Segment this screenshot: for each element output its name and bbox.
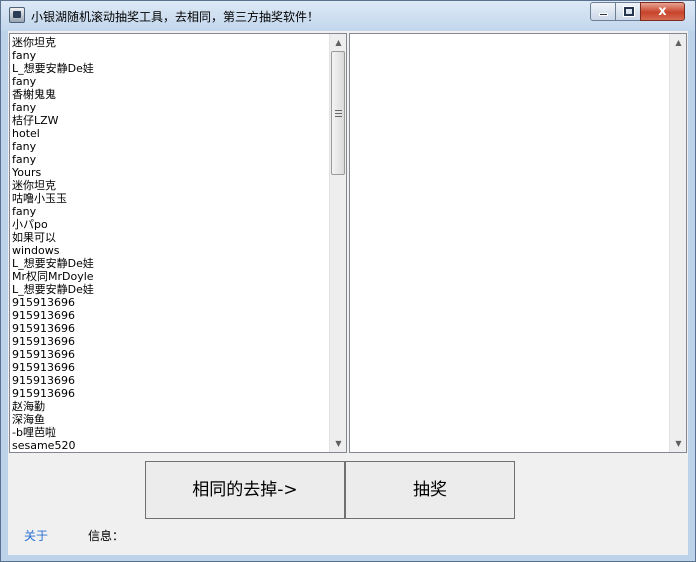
list-item[interactable]: fany xyxy=(12,101,330,114)
list-item[interactable]: 915913696 xyxy=(12,387,330,400)
participant-list[interactable]: 迷你坦克 fany L_想要安静De娃 fany 香榭鬼鬼 fany 桔仔LZW hotel f… xyxy=(9,33,347,453)
list-item[interactable]: 915913696 xyxy=(12,335,330,348)
list-item[interactable]: -b哩芭啦 xyxy=(12,426,330,439)
scroll-grip-icon xyxy=(335,110,342,117)
list-item[interactable]: 桔仔LZW xyxy=(12,114,330,127)
minimize-button[interactable] xyxy=(590,2,616,21)
info-label: 信息： xyxy=(88,529,125,543)
list-item[interactable]: 915913696 xyxy=(12,374,330,387)
list-item[interactable]: windows xyxy=(12,244,330,257)
list-item[interactable]: 迷你坦克 xyxy=(12,179,330,192)
app-window: 小银湖随机滚动抽奖工具，去相同，第三方抽奖软件！ x 迷你坦克 fany L_想要安… xyxy=(0,0,696,562)
draw-button[interactable]: 抽奖 xyxy=(345,461,515,519)
list-item[interactable]: L_想要安静De娃 xyxy=(12,62,330,75)
list-item[interactable]: 迷你坦克 xyxy=(12,36,330,49)
list-item[interactable]: 赵海勤 xyxy=(12,400,330,413)
minimize-icon xyxy=(599,13,608,16)
list-item[interactable]: fany xyxy=(12,205,330,218)
list-item[interactable]: hotel xyxy=(12,127,330,140)
list-item[interactable]: L_想要安静De娃 xyxy=(12,257,330,270)
participant-list-items: 迷你坦克 fany L_想要安静De娃 fany 香榭鬼鬼 fany 桔仔LZW hotel f… xyxy=(12,36,330,452)
window-title: 小银湖随机滚动抽奖工具，去相同，第三方抽奖软件！ xyxy=(31,10,320,24)
list-item[interactable]: 如果可以 xyxy=(12,231,330,244)
list-item[interactable]: sesame520 xyxy=(12,439,330,452)
scroll-up-arrow-icon[interactable]: ▲ xyxy=(330,34,347,51)
client-area: 迷你坦克 fany L_想要安静De娃 fany 香榭鬼鬼 fany 桔仔LZW hotel f… xyxy=(8,31,688,555)
list-item[interactable]: Yours xyxy=(12,166,330,179)
list-item[interactable]: L_想要安静De娃 xyxy=(12,283,330,296)
list-item[interactable]: fany xyxy=(12,75,330,88)
list-item[interactable]: fany xyxy=(12,140,330,153)
close-button[interactable]: x xyxy=(640,2,685,21)
scroll-down-arrow-icon[interactable]: ▼ xyxy=(670,435,687,452)
list-item[interactable]: fany xyxy=(12,153,330,166)
close-icon: x xyxy=(658,4,667,19)
list-item[interactable]: 小パpo xyxy=(12,218,330,231)
title-bar[interactable]: 小银湖随机滚动抽奖工具，去相同，第三方抽奖软件！ x xyxy=(1,1,695,31)
list-item[interactable]: fany xyxy=(12,49,330,62)
result-list[interactable]: ▲ ▼ xyxy=(349,33,687,453)
participant-list-scrollbar[interactable]: ▲ ▼ xyxy=(329,34,346,452)
about-link[interactable]: 关于 xyxy=(24,527,48,544)
scroll-down-arrow-icon[interactable]: ▼ xyxy=(330,435,347,452)
maximize-button[interactable] xyxy=(615,2,641,21)
list-item[interactable]: 香榭鬼鬼 xyxy=(12,88,330,101)
list-item[interactable]: 深海鱼 xyxy=(12,413,330,426)
list-item[interactable]: 915913696 xyxy=(12,296,330,309)
list-item[interactable]: Mr权同MrDoyle xyxy=(12,270,330,283)
list-item[interactable]: 915913696 xyxy=(12,348,330,361)
scroll-thumb[interactable] xyxy=(331,51,345,175)
list-item[interactable]: 咕噜小玉玉 xyxy=(12,192,330,205)
scroll-up-arrow-icon[interactable]: ▲ xyxy=(670,34,687,51)
maximize-icon xyxy=(623,6,635,17)
list-item[interactable]: 915913696 xyxy=(12,361,330,374)
list-item[interactable]: 915913696 xyxy=(12,309,330,322)
list-item[interactable]: 915913696 xyxy=(12,322,330,335)
result-list-scrollbar[interactable]: ▲ ▼ xyxy=(669,34,686,452)
app-icon xyxy=(9,7,25,23)
dedupe-button[interactable]: 相同的去掉-> xyxy=(145,461,345,519)
